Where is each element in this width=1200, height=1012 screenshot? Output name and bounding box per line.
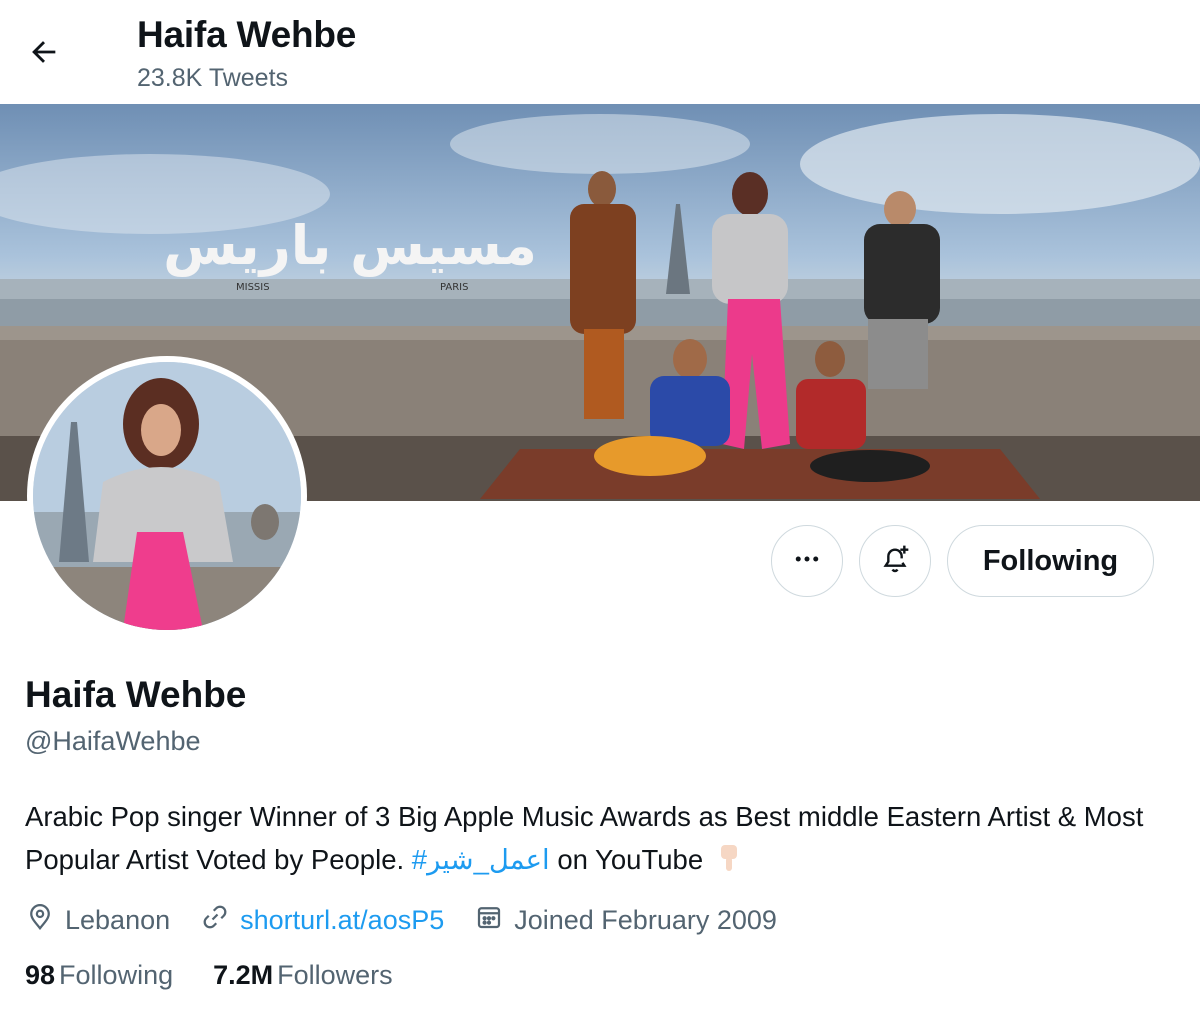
bio-hashtag-link[interactable]: #اعمل_شير — [412, 844, 550, 875]
pointing-down-hand-icon — [717, 842, 741, 885]
follow-stats: 98 Following 7.2M Followers — [25, 960, 433, 991]
notifications-button[interactable] — [859, 525, 931, 597]
back-button[interactable] — [22, 32, 66, 76]
more-button[interactable] — [771, 525, 843, 597]
followers-stat-link[interactable]: 7.2M Followers — [213, 960, 393, 991]
svg-text:MISSIS: MISSIS — [236, 282, 270, 293]
arrow-left-icon — [27, 35, 61, 74]
top-header: Haifa Wehbe 23.8K Tweets — [0, 0, 1200, 104]
following-label: Following — [59, 960, 174, 990]
followers-count: 7.2M — [213, 960, 274, 990]
following-count: 98 — [25, 960, 56, 990]
svg-text:PARIS: PARIS — [440, 282, 468, 293]
header-tweet-count: 23.8K Tweets — [137, 64, 289, 92]
user-handle: @HaifaWehbe — [25, 726, 201, 756]
header-name: Haifa Wehbe — [137, 14, 357, 55]
profile-url-link[interactable]: shorturl.at/aosP5 — [240, 905, 444, 936]
bio-suffix: on YouTube — [557, 844, 704, 875]
following-button[interactable]: Following — [947, 525, 1154, 597]
profile-meta: Lebanon shorturl.at/aosP5 Joined Februar… — [25, 898, 807, 942]
bell-plus-icon — [879, 543, 911, 580]
location-icon — [25, 902, 65, 939]
profile-avatar[interactable] — [27, 356, 307, 636]
link-icon — [200, 902, 240, 939]
location-text: Lebanon — [65, 904, 171, 935]
calendar-icon — [474, 902, 514, 939]
profile-bio: Arabic Pop singer Winner of 3 Big Apple … — [25, 795, 1145, 885]
svg-text:مسيس باريس: مسيس باريس — [163, 214, 537, 277]
display-name: Haifa Wehbe — [25, 674, 247, 715]
url-item: shorturl.at/aosP5 — [200, 902, 444, 939]
avatar-image — [33, 362, 301, 630]
location-item: Lebanon — [25, 902, 170, 939]
more-horizontal-icon — [792, 544, 822, 579]
following-stat-link[interactable]: 98 Following — [25, 960, 173, 991]
joined-item: Joined February 2009 — [474, 902, 777, 939]
joined-date: Joined February 2009 — [514, 904, 777, 935]
followers-label: Followers — [277, 960, 393, 990]
